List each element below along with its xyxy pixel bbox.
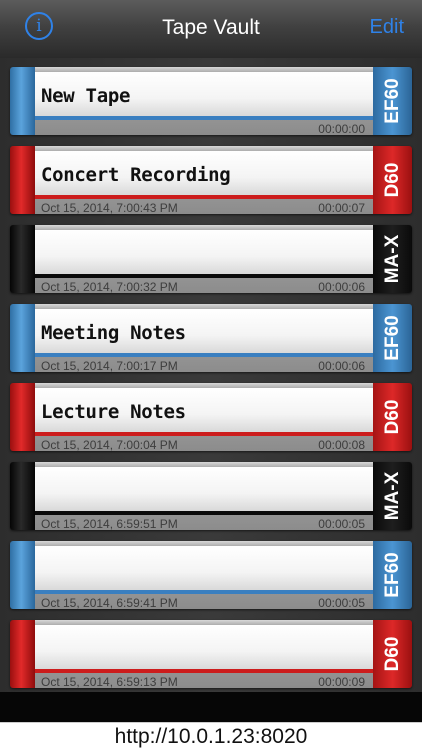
tape-date: Oct 15, 2014, 7:00:32 PM xyxy=(41,280,178,293)
tape-title: Lecture Notes xyxy=(41,401,186,423)
tape-date: Oct 15, 2014, 7:00:17 PM xyxy=(41,359,178,372)
tape-item[interactable]: New Tape 00:00:00 EF60 xyxy=(10,67,412,135)
tape-date: Oct 15, 2014, 6:59:51 PM xyxy=(41,517,178,530)
tape-type-badge: EF60 xyxy=(373,541,412,609)
tape-label: Oct 15, 2014, 6:59:51 PM 00:00:05 xyxy=(35,462,373,530)
tape-item[interactable]: Oct 15, 2014, 7:00:32 PM 00:00:06 MA-X xyxy=(10,225,412,293)
tape-duration: 00:00:00 xyxy=(318,122,365,135)
tape-date: Oct 15, 2014, 6:59:41 PM xyxy=(41,596,178,609)
tape-label: Oct 15, 2014, 6:59:13 PM 00:00:09 xyxy=(35,620,373,688)
cassette-edge xyxy=(10,146,35,214)
footer-divider xyxy=(0,692,422,722)
page-title: Tape Vault xyxy=(162,16,260,39)
navigation-bar: i Tape Vault Edit xyxy=(0,0,422,59)
tape-item[interactable]: Meeting Notes Oct 15, 2014, 7:00:17 PM 0… xyxy=(10,304,412,372)
tape-type-label: EF60 xyxy=(381,78,403,124)
cassette-edge xyxy=(10,67,35,135)
tape-title: New Tape xyxy=(41,85,131,107)
cassette-edge xyxy=(10,620,35,688)
cassette-edge xyxy=(10,383,35,451)
tape-type-label: EF60 xyxy=(381,552,403,598)
tape-title: Meeting Notes xyxy=(41,322,186,344)
tape-type-badge: MA-X xyxy=(373,225,412,293)
tape-date: Oct 15, 2014, 7:00:43 PM xyxy=(41,201,178,214)
tape-type-label: EF60 xyxy=(381,315,403,361)
tape-type-label: MA-X xyxy=(381,234,403,284)
tape-item[interactable]: Concert Recording Oct 15, 2014, 7:00:43 … xyxy=(10,146,412,214)
tape-item[interactable]: Oct 15, 2014, 6:59:13 PM 00:00:09 D60 xyxy=(10,620,412,688)
tape-label: Lecture Notes Oct 15, 2014, 7:00:04 PM 0… xyxy=(35,383,373,451)
tape-item[interactable]: Oct 15, 2014, 6:59:41 PM 00:00:05 EF60 xyxy=(10,541,412,609)
tape-date: Oct 15, 2014, 6:59:13 PM xyxy=(41,675,178,688)
cassette-edge xyxy=(10,304,35,372)
tape-duration: 00:00:08 xyxy=(318,438,365,451)
tape-type-label: MA-X xyxy=(381,471,403,521)
tape-label: Concert Recording Oct 15, 2014, 7:00:43 … xyxy=(35,146,373,214)
tape-label: Oct 15, 2014, 6:59:41 PM 00:00:05 xyxy=(35,541,373,609)
tape-type-badge: EF60 xyxy=(373,304,412,372)
tape-item[interactable]: Oct 15, 2014, 6:59:51 PM 00:00:05 MA-X xyxy=(10,462,412,530)
tape-type-badge: EF60 xyxy=(373,67,412,135)
tape-type-badge: MA-X xyxy=(373,462,412,530)
tape-duration: 00:00:06 xyxy=(318,280,365,293)
tape-duration: 00:00:09 xyxy=(318,675,365,688)
tape-type-label: D60 xyxy=(381,399,403,435)
tape-type-badge: D60 xyxy=(373,146,412,214)
tape-duration: 00:00:06 xyxy=(318,359,365,372)
cassette-edge xyxy=(10,541,35,609)
server-url[interactable]: http://10.0.1.23:8020 xyxy=(0,725,422,749)
server-url-bar: http://10.0.1.23:8020 xyxy=(0,722,422,751)
tape-duration: 00:00:07 xyxy=(318,201,365,214)
tape-title: Concert Recording xyxy=(41,164,231,186)
tape-list[interactable]: New Tape 00:00:00 EF60 Concert Recording… xyxy=(0,58,422,692)
edit-button[interactable]: Edit xyxy=(370,16,404,39)
tape-label: Oct 15, 2014, 7:00:32 PM 00:00:06 xyxy=(35,225,373,293)
cassette-edge xyxy=(10,462,35,530)
tape-item[interactable]: Lecture Notes Oct 15, 2014, 7:00:04 PM 0… xyxy=(10,383,412,451)
cassette-edge xyxy=(10,225,35,293)
tape-type-badge: D60 xyxy=(373,383,412,451)
tape-date: Oct 15, 2014, 7:00:04 PM xyxy=(41,438,178,451)
tape-type-label: D60 xyxy=(381,636,403,672)
tape-type-label: D60 xyxy=(381,162,403,198)
tape-type-badge: D60 xyxy=(373,620,412,688)
tape-duration: 00:00:05 xyxy=(318,596,365,609)
tape-duration: 00:00:05 xyxy=(318,517,365,530)
tape-label: New Tape 00:00:00 xyxy=(35,67,373,135)
tape-label: Meeting Notes Oct 15, 2014, 7:00:17 PM 0… xyxy=(35,304,373,372)
